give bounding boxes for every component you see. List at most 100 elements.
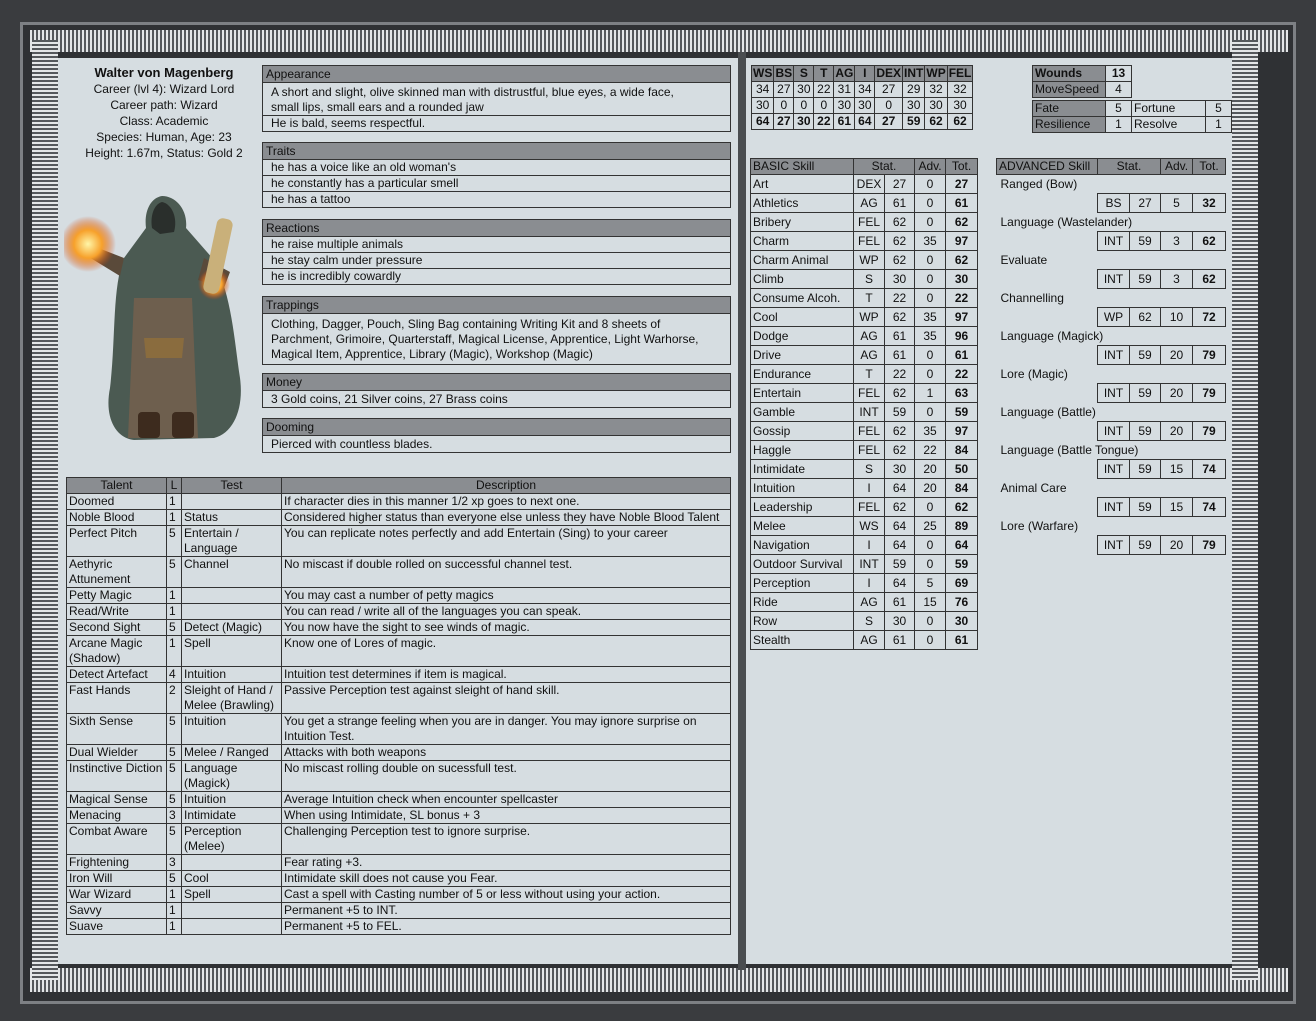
advanced-skill-name: Language (Magick) bbox=[1000, 328, 1104, 343]
advanced-skill-value-row: INT 59 15 74 bbox=[997, 497, 1226, 517]
basic-skill-total: 22 bbox=[945, 288, 978, 308]
money-header: Money bbox=[262, 373, 731, 391]
frame-border-bottom bbox=[30, 968, 1288, 992]
talent-test: Intuition bbox=[181, 666, 282, 683]
talent-name: Petty Magic bbox=[66, 587, 167, 604]
basic-skill-adv: 0 bbox=[914, 611, 946, 631]
basic-skill-stat-value: 30 bbox=[884, 459, 915, 479]
traits-header: Traits bbox=[262, 142, 731, 160]
basic-skill-name: Row bbox=[750, 611, 854, 631]
advanced-skill-total: 79 bbox=[1192, 421, 1226, 441]
advanced-skill-value-row: BS 27 5 32 bbox=[997, 193, 1226, 213]
appearance-section: Appearance A short and slight, olive ski… bbox=[262, 65, 731, 132]
basic-skill-adv: 0 bbox=[914, 193, 946, 213]
basic-skill-name: Perception bbox=[750, 573, 854, 593]
basic-skill-row: Stealth AG 61 0 61 bbox=[750, 630, 978, 650]
characteristics-adv-row: 30 0 0 0 30 30 0 30 30 30 bbox=[750, 97, 974, 114]
resolve-value: 1 bbox=[1205, 116, 1232, 133]
trait-line: he has a voice like an old woman's bbox=[262, 160, 731, 176]
basic-skill-stat-value: 59 bbox=[884, 554, 915, 574]
basic-skill-stat-value: 62 bbox=[884, 440, 915, 460]
talent-description: No miscast rolling double on sucessfull … bbox=[281, 760, 731, 792]
basic-skill-adv: 22 bbox=[914, 440, 946, 460]
talent-level: 5 bbox=[166, 760, 182, 792]
talents-col-test: Test bbox=[181, 477, 282, 494]
basic-skill-row: Melee WS 64 25 89 bbox=[750, 516, 978, 536]
wounds-label: Wounds bbox=[1032, 65, 1106, 82]
talent-description: Average Intuition check when encounter s… bbox=[281, 791, 731, 808]
talent-row: Noble Blood 1 Status Considered higher stat… bbox=[66, 509, 731, 526]
basic-skill-stat: FEL bbox=[853, 212, 885, 232]
basic-skill-row: Bribery FEL 62 0 62 bbox=[750, 212, 978, 232]
basic-skill-name: Melee bbox=[750, 516, 854, 536]
talent-row: Suave 1 Permanent +5 to FEL. bbox=[66, 918, 731, 935]
advanced-skill-adv: 20 bbox=[1160, 383, 1193, 403]
advanced-skill-stat: INT bbox=[1097, 459, 1130, 479]
talent-name: Second Sight bbox=[66, 619, 167, 636]
advanced-skill-total: 79 bbox=[1192, 383, 1226, 403]
basic-skill-total: 97 bbox=[945, 421, 978, 441]
talent-test bbox=[181, 493, 282, 510]
frame-border-top bbox=[30, 30, 1288, 52]
basic-skill-stat-value: 64 bbox=[884, 516, 915, 536]
basic-skill-adv: 35 bbox=[914, 231, 946, 251]
reaction-line: he stay calm under pressure bbox=[262, 253, 731, 269]
advanced-skill-name-row: Ranged (Bow) bbox=[997, 175, 1226, 194]
character-species: Species: Human, Age: 23 bbox=[96, 130, 232, 144]
basic-skill-row: Gossip FEL 62 35 97 bbox=[750, 421, 978, 441]
trait-line: he has a tattoo bbox=[262, 192, 731, 208]
characteristic-headers-cell: S bbox=[793, 65, 815, 82]
talent-test: Spell bbox=[181, 635, 282, 667]
resilience-value: 1 bbox=[1105, 116, 1132, 133]
advanced-skill-spacer bbox=[997, 308, 1098, 327]
talent-row: Dual Wielder 5 Melee / Ranged Attacks with … bbox=[66, 744, 731, 761]
characteristic-adv-cell: 30 bbox=[924, 97, 948, 114]
characteristics-base-row: 34 27 30 22 31 34 27 29 32 32 bbox=[750, 81, 974, 98]
advanced-skill-stat-value: 27 bbox=[1129, 193, 1161, 213]
talent-level: 5 bbox=[166, 556, 182, 588]
advanced-skill-stat-value: 59 bbox=[1129, 231, 1161, 251]
talent-test: Intuition bbox=[181, 713, 282, 745]
wounds-value: 13 bbox=[1105, 65, 1132, 82]
characteristic-total-cell: 27 bbox=[773, 113, 795, 130]
basic-skill-name: Charm Animal bbox=[750, 250, 854, 270]
talent-level: 5 bbox=[166, 713, 182, 745]
talent-test: Channel bbox=[181, 556, 282, 588]
fortune-value: 5 bbox=[1205, 100, 1232, 117]
characteristic-base-cell: 30 bbox=[793, 81, 815, 98]
talent-name: Noble Blood bbox=[66, 509, 167, 526]
talent-level: 1 bbox=[166, 918, 182, 935]
talent-row: Detect Artefact 4 Intuition Intuition test … bbox=[66, 666, 731, 683]
talent-name: Dual Wielder bbox=[66, 744, 167, 761]
basic-skill-total: 59 bbox=[945, 402, 978, 422]
character-height: Height: 1.67m, Status: Gold 2 bbox=[85, 146, 243, 160]
talent-level: 5 bbox=[166, 823, 182, 855]
advanced-skill-stat-value: 59 bbox=[1129, 497, 1161, 517]
talent-description: Permanent +5 to FEL. bbox=[281, 918, 731, 935]
basic-skill-total: 64 bbox=[945, 535, 978, 555]
advanced-skill-name-row: Channelling bbox=[997, 289, 1226, 308]
basic-skill-adv: 0 bbox=[914, 250, 946, 270]
characteristic-headers-cell: I bbox=[854, 65, 876, 82]
advanced-skill-stat: INT bbox=[1097, 535, 1130, 555]
talent-level: 1 bbox=[166, 603, 182, 620]
basic-skill-total: 61 bbox=[945, 193, 978, 213]
advanced-skills-header-row: ADVANCED Skill Stat. Adv. Tot. bbox=[996, 158, 1226, 175]
talent-row: Iron Will 5 Cool Intimidate skill does not … bbox=[66, 870, 731, 887]
basic-skill-stat-value: 62 bbox=[884, 307, 915, 327]
advanced-skill-name: Language (Battle) bbox=[1000, 404, 1096, 419]
talent-level: 3 bbox=[166, 807, 182, 824]
characteristic-base-cell: 34 bbox=[854, 81, 876, 98]
advanced-skill-name: Ranged (Bow) bbox=[1000, 176, 1078, 191]
basic-skill-name: Entertain bbox=[750, 383, 854, 403]
characteristic-adv-cell: 0 bbox=[874, 97, 904, 114]
advanced-skill-value-row: WP 62 10 72 bbox=[997, 307, 1226, 327]
basic-skill-stat: AG bbox=[853, 630, 885, 650]
basic-skill-row: Drive AG 61 0 61 bbox=[750, 345, 978, 365]
talent-test: Detect (Magic) bbox=[181, 619, 282, 636]
basic-skill-row: Haggle FEL 62 22 84 bbox=[750, 440, 978, 460]
character-class: Class: Academic bbox=[119, 114, 209, 128]
talent-row: Arcane Magic (Shadow) 1 Spell Know one of L… bbox=[66, 635, 731, 667]
basic-skill-row: Charm Animal WP 62 0 62 bbox=[750, 250, 978, 270]
advanced-skill-name-row: Lore (Warfare) bbox=[997, 517, 1226, 536]
